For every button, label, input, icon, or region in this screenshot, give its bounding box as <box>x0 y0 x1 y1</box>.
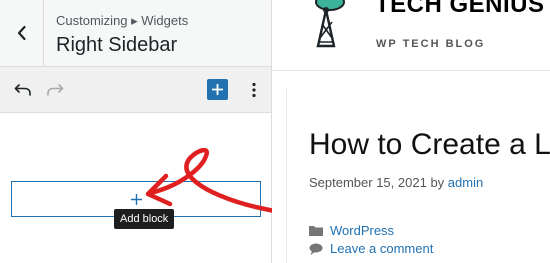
post-category-row: WordPress <box>309 223 394 238</box>
customizer-panel: Customizing ▸ Widgets Right Sidebar Add … <box>0 0 272 263</box>
content-divider <box>286 88 287 263</box>
vertical-ellipsis-icon <box>252 82 256 98</box>
comment-icon <box>309 243 323 255</box>
leave-comment-link[interactable]: Leave a comment <box>330 241 433 256</box>
post-date: September 15, 2021 <box>309 175 427 190</box>
add-block-toolbar-button[interactable] <box>207 79 228 100</box>
site-preview: TECH GENIUS WP TECH BLOG How to Create a… <box>272 0 550 263</box>
redo-icon <box>47 84 64 96</box>
folder-icon <box>309 226 323 236</box>
satellite-tower-logo-icon[interactable] <box>308 0 348 50</box>
header-divider <box>272 70 550 71</box>
panel-header: Customizing ▸ Widgets Right Sidebar <box>0 0 271 67</box>
undo-icon <box>14 84 31 96</box>
site-header: TECH GENIUS WP TECH BLOG <box>272 0 550 70</box>
undo-button[interactable] <box>9 76 37 104</box>
post-by: by <box>430 175 445 190</box>
plus-icon <box>212 84 223 95</box>
add-block-tooltip: Add block <box>114 209 175 229</box>
options-button[interactable] <box>240 76 268 104</box>
site-tagline: WP TECH BLOG <box>376 38 486 50</box>
post-meta: September 15, 2021 by admin <box>309 175 483 190</box>
chevron-left-icon <box>17 25 26 41</box>
panel-title: Right Sidebar <box>56 34 178 56</box>
block-toolbar <box>0 67 271 113</box>
post-category-link[interactable]: WordPress <box>330 223 394 238</box>
post-author-link[interactable]: admin <box>448 175 483 190</box>
customizer-screen: Customizing ▸ Widgets Right Sidebar Add … <box>0 0 550 263</box>
back-button[interactable] <box>0 0 44 66</box>
post-comment-row: Leave a comment <box>309 241 433 256</box>
redo-button[interactable] <box>41 76 69 104</box>
site-title[interactable]: TECH GENIUS <box>375 0 545 18</box>
breadcrumb: Customizing ▸ Widgets <box>56 13 189 28</box>
post-title[interactable]: How to Create a L <box>309 128 550 162</box>
plus-icon <box>130 193 142 205</box>
